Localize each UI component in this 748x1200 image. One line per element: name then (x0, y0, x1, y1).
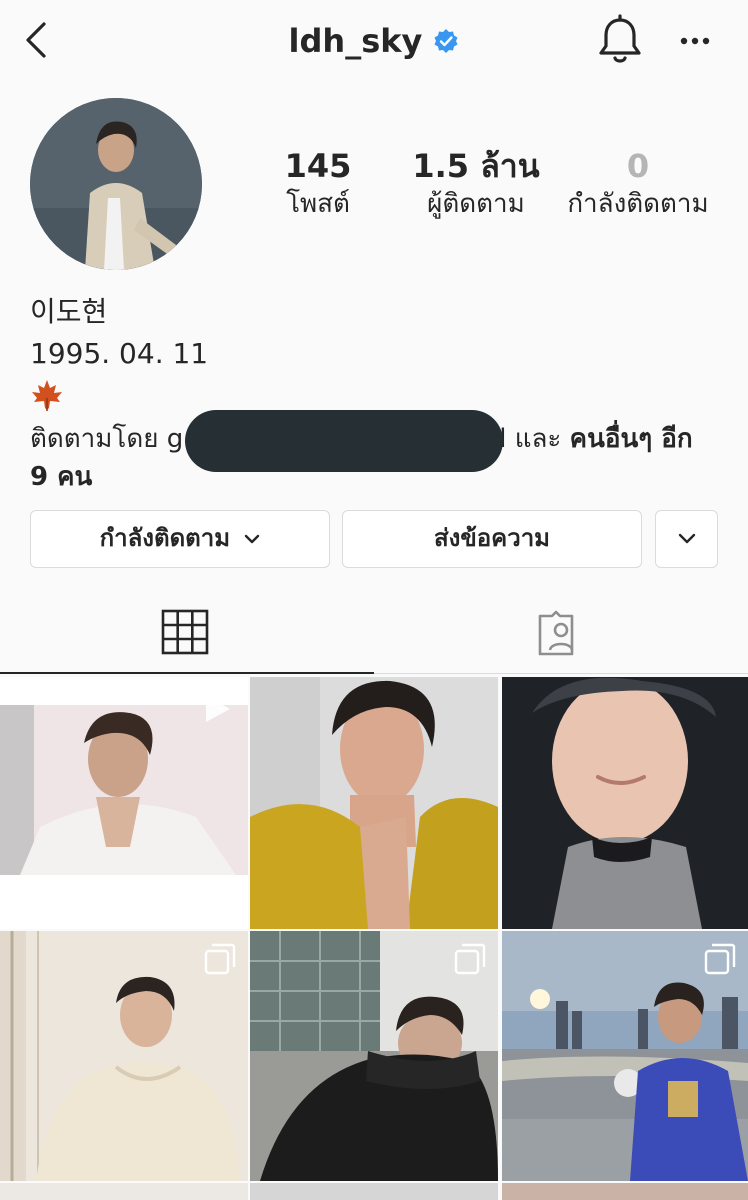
post-thumbnail[interactable] (250, 1183, 498, 1200)
birthdate: 1995. 04. 11 (30, 337, 209, 370)
profile-bio: 이도현 1995. 04. 11 ติดตามโดย g l และ คนอื่น… (30, 292, 720, 496)
following-count: 0 (626, 147, 650, 185)
profile-header: ldh_sky (0, 0, 748, 86)
bell-icon (599, 14, 641, 63)
tab-posts-grid[interactable] (0, 600, 374, 670)
following-button[interactable]: กำลังติดตาม (30, 510, 330, 568)
post-thumbnail[interactable] (0, 677, 248, 929)
chevron-down-icon (245, 534, 260, 544)
following-button-label: กำลังติดตาม (99, 524, 231, 552)
post-photo (502, 677, 748, 929)
profile-avatar[interactable] (30, 98, 202, 270)
post-thumbnail[interactable] (0, 931, 248, 1181)
followed-by-prefix: ติดตามโดย g (30, 424, 184, 454)
tab-tagged[interactable] (374, 600, 748, 670)
post-thumbnail[interactable] (250, 931, 498, 1181)
following-label: กำลังติดตาม (567, 189, 709, 219)
video-icon (206, 696, 230, 722)
post-thumbnail[interactable] (250, 677, 498, 929)
more-horizontal-icon (680, 37, 710, 45)
tagged-user-icon (538, 610, 574, 656)
carousel-icon (204, 943, 236, 975)
post-photo (250, 677, 498, 929)
followed-by-count: 9 คน (30, 462, 93, 492)
display-name: 이도현 (30, 295, 108, 328)
message-button[interactable]: ส่งข้อความ (342, 510, 642, 568)
followed-by-and: l และ (499, 424, 570, 454)
profile-username: ldh_sky (288, 22, 423, 60)
more-options-button[interactable] (676, 26, 716, 56)
verified-badge-icon (434, 29, 458, 53)
post-thumbnail[interactable] (0, 1183, 248, 1200)
followed-by-text[interactable]: ติดตามโดย g l และ คนอื่นๆ อีก 9 คน (30, 410, 720, 496)
followers-label: ผู้ติดตาม (427, 189, 525, 219)
post-thumbnail[interactable] (502, 931, 748, 1181)
posts-count: 145 (284, 147, 352, 185)
suggested-accounts-button[interactable] (655, 510, 718, 568)
tab-divider (374, 673, 748, 674)
post-thumbnail[interactable] (502, 677, 748, 929)
stat-following[interactable]: 0 กำลังติดตาม (560, 146, 716, 222)
maple-leaf-icon (32, 380, 62, 411)
avatar-photo (30, 98, 202, 270)
redaction-overlay (185, 410, 503, 472)
active-tab-indicator (0, 672, 374, 674)
carousel-icon (454, 943, 486, 975)
chevron-down-icon (678, 533, 695, 544)
stat-posts[interactable]: 145 โพสต์ (270, 146, 366, 222)
post-thumbnail[interactable] (502, 1183, 748, 1200)
grid-icon (161, 609, 209, 655)
posts-label: โพสต์ (286, 189, 350, 219)
followers-count: 1.5 ล้าน (412, 147, 540, 185)
notifications-button[interactable] (596, 14, 644, 68)
carousel-icon (704, 943, 736, 975)
message-button-label: ส่งข้อความ (433, 524, 550, 552)
stat-followers[interactable]: 1.5 ล้าน ผู้ติดตาม (408, 146, 544, 222)
followed-by-others: คนอื่นๆ อีก (569, 424, 693, 454)
